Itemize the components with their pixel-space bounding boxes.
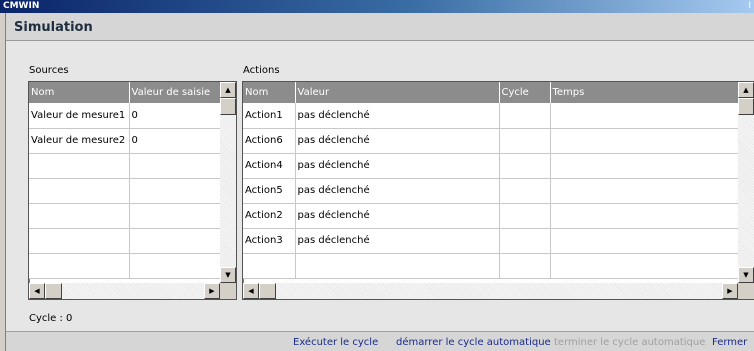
actions-column-header[interactable]: Temps bbox=[550, 82, 739, 103]
down-arrow-icon[interactable]: ▼ bbox=[220, 267, 236, 283]
table-cell[interactable]: Action6 bbox=[243, 128, 296, 154]
table-cell[interactable]: pas déclenché bbox=[295, 178, 500, 204]
table-row[interactable]: Action3 pas déclenché bbox=[243, 228, 739, 254]
right-arrow-icon[interactable]: ▶ bbox=[204, 283, 220, 299]
table-cell[interactable]: Valeur de mesure2 bbox=[29, 128, 130, 154]
sources-hscroll-thumb[interactable] bbox=[45, 283, 62, 299]
left-arrow-icon[interactable]: ◀ bbox=[243, 283, 259, 299]
window-titlebar: CMWIN I bbox=[0, 0, 754, 13]
table-cell[interactable]: Valeur de mesure1 bbox=[29, 103, 130, 129]
table-cell[interactable] bbox=[29, 203, 130, 229]
actions-label: Actions bbox=[243, 65, 280, 76]
actions-horizontal-scrollbar[interactable]: ◀ ▶ bbox=[243, 283, 738, 299]
table-row[interactable]: Valeur de mesure2 0 bbox=[29, 128, 221, 154]
actions-grid: Nom Valeur Cycle Temps Action1 pas déclenché… bbox=[243, 82, 739, 279]
simulation-header: Simulation bbox=[6, 13, 754, 41]
table-cell[interactable] bbox=[29, 228, 130, 254]
sources-horizontal-scrollbar[interactable]: ◀ ▶ bbox=[29, 283, 220, 299]
table-cell[interactable]: pas déclenché bbox=[295, 203, 500, 229]
window-title: CMWIN bbox=[3, 1, 40, 11]
table-cell[interactable]: 0 bbox=[129, 103, 221, 129]
table-cell[interactable] bbox=[499, 203, 551, 229]
stop-auto-cycle-link: terminer le cycle automatique bbox=[554, 337, 706, 348]
table-cell[interactable]: Action4 bbox=[243, 153, 296, 179]
titlebar-right-mark: I bbox=[748, 1, 751, 11]
table-cell[interactable] bbox=[129, 153, 221, 179]
table-cell[interactable]: pas déclenché bbox=[295, 103, 500, 129]
actions-hscroll-thumb[interactable] bbox=[259, 283, 276, 299]
table-cell[interactable] bbox=[129, 178, 221, 204]
cycle-status: Cycle : 0 bbox=[29, 313, 73, 324]
table-cell[interactable] bbox=[129, 253, 221, 279]
table-row[interactable] bbox=[29, 253, 221, 279]
table-cell[interactable] bbox=[550, 128, 739, 154]
table-cell[interactable] bbox=[499, 128, 551, 154]
left-arrow-icon[interactable]: ◀ bbox=[29, 283, 45, 299]
table-row[interactable]: Action1 pas déclenché bbox=[243, 103, 739, 129]
sources-column-header[interactable]: Valeur de saisie bbox=[129, 82, 221, 103]
actions-table: Nom Valeur Cycle Temps Action1 pas déclenché… bbox=[242, 81, 754, 300]
close-link[interactable]: Fermer bbox=[712, 337, 747, 348]
actions-column-header[interactable]: Cycle bbox=[499, 82, 551, 103]
table-cell[interactable] bbox=[550, 153, 739, 179]
table-row[interactable]: Valeur de mesure1 0 bbox=[29, 103, 221, 129]
table-cell[interactable]: pas déclenché bbox=[295, 128, 500, 154]
table-row[interactable] bbox=[29, 203, 221, 229]
sources-scroll-corner bbox=[220, 283, 236, 299]
table-cell[interactable] bbox=[499, 253, 551, 279]
table-row[interactable] bbox=[29, 178, 221, 204]
footer-bar: Exécuter le cycle démarrer le cycle auto… bbox=[6, 331, 754, 351]
table-row[interactable] bbox=[29, 228, 221, 254]
table-cell[interactable] bbox=[499, 103, 551, 129]
simulation-window: Simulation Sources Nom Valeur de saisie V… bbox=[5, 13, 754, 351]
actions-scroll-corner bbox=[738, 283, 754, 299]
sources-table: Nom Valeur de saisie Valeur de mesure1 0 Va… bbox=[28, 81, 237, 300]
sources-vscroll-thumb[interactable] bbox=[220, 98, 236, 115]
actions-vertical-scrollbar[interactable]: ▲ ▼ bbox=[738, 82, 754, 283]
table-cell[interactable] bbox=[29, 178, 130, 204]
table-row[interactable]: Action5 pas déclenché bbox=[243, 178, 739, 204]
execute-cycle-link[interactable]: Exécuter le cycle bbox=[293, 337, 378, 348]
table-cell[interactable] bbox=[295, 253, 500, 279]
table-cell[interactable] bbox=[550, 228, 739, 254]
table-cell[interactable]: Action3 bbox=[243, 228, 296, 254]
table-cell[interactable] bbox=[499, 153, 551, 179]
up-arrow-icon[interactable]: ▲ bbox=[220, 82, 236, 98]
table-row[interactable] bbox=[243, 253, 739, 279]
table-row[interactable]: Action2 pas déclenché bbox=[243, 203, 739, 229]
table-cell[interactable] bbox=[550, 203, 739, 229]
right-arrow-icon[interactable]: ▶ bbox=[722, 283, 738, 299]
table-cell[interactable]: 0 bbox=[129, 128, 221, 154]
table-cell[interactable]: Action5 bbox=[243, 178, 296, 204]
sources-vertical-scrollbar[interactable]: ▲ ▼ bbox=[220, 82, 236, 283]
table-cell[interactable] bbox=[550, 103, 739, 129]
table-row[interactable] bbox=[29, 153, 221, 179]
table-cell[interactable]: pas déclenché bbox=[295, 153, 500, 179]
table-cell[interactable] bbox=[29, 253, 130, 279]
start-auto-cycle-link[interactable]: démarrer le cycle automatique bbox=[396, 337, 551, 348]
sources-grid: Nom Valeur de saisie Valeur de mesure1 0 Va… bbox=[29, 82, 221, 279]
page-title: Simulation bbox=[14, 20, 93, 35]
table-cell[interactable] bbox=[129, 228, 221, 254]
table-row[interactable]: Action6 pas déclenché bbox=[243, 128, 739, 154]
table-cell[interactable]: Action2 bbox=[243, 203, 296, 229]
down-arrow-icon[interactable]: ▼ bbox=[738, 267, 754, 283]
table-cell[interactable]: pas déclenché bbox=[295, 228, 500, 254]
sources-column-header[interactable]: Nom bbox=[29, 82, 130, 103]
table-cell[interactable] bbox=[550, 178, 739, 204]
actions-column-header[interactable]: Valeur bbox=[295, 82, 500, 103]
table-row[interactable]: Action4 pas déclenché bbox=[243, 153, 739, 179]
table-cell[interactable] bbox=[550, 253, 739, 279]
table-cell[interactable] bbox=[29, 153, 130, 179]
table-cell[interactable] bbox=[129, 203, 221, 229]
table-cell[interactable] bbox=[499, 178, 551, 204]
up-arrow-icon[interactable]: ▲ bbox=[738, 82, 754, 98]
table-cell[interactable] bbox=[499, 228, 551, 254]
actions-column-header[interactable]: Nom bbox=[243, 82, 296, 103]
actions-vscroll-thumb[interactable] bbox=[738, 98, 754, 115]
sources-label: Sources bbox=[29, 65, 69, 76]
table-cell[interactable] bbox=[243, 253, 296, 279]
table-cell[interactable]: Action1 bbox=[243, 103, 296, 129]
